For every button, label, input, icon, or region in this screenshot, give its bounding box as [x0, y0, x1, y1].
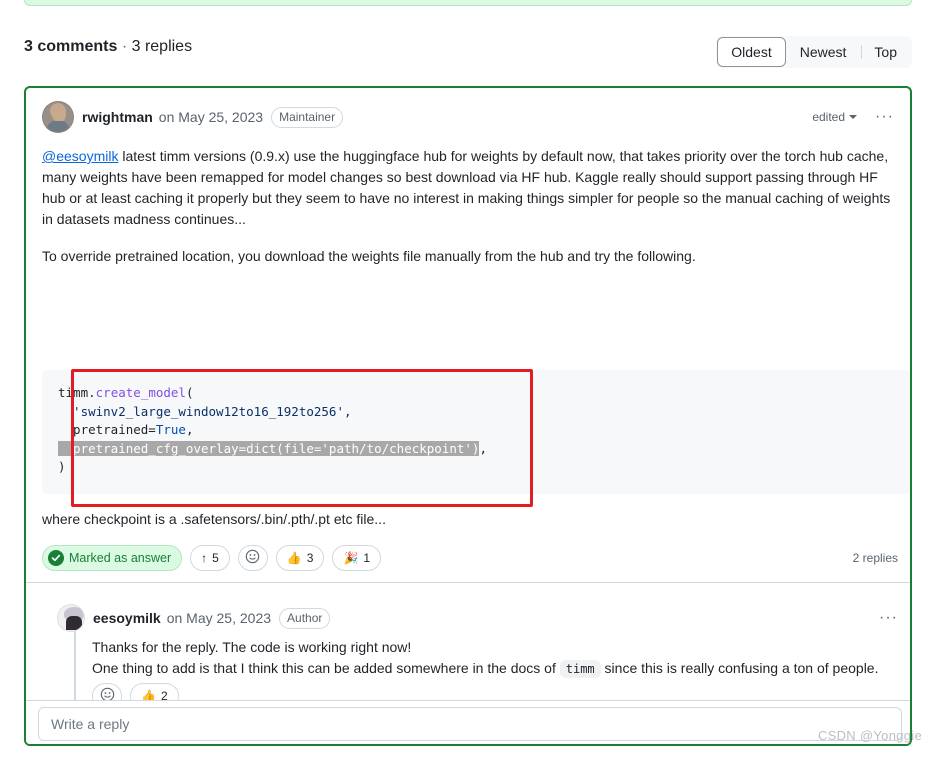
- comments-count-value: 3 comments: [24, 38, 118, 55]
- reaction-tada[interactable]: 🎉 1: [332, 545, 382, 571]
- comment-author[interactable]: rwightman: [82, 109, 153, 125]
- code-line-4-comma: ,: [479, 440, 487, 456]
- comment-header-actions: edited ···: [812, 109, 898, 125]
- reply-text-part-a: One thing to add is that I think this ca…: [92, 660, 560, 676]
- reply-header: eesoymilk on May 25, 2023 Author ···: [57, 601, 902, 635]
- tada-icon: 🎉: [343, 551, 359, 565]
- comment-timestamp: on May 25, 2023: [158, 109, 264, 125]
- marked-as-answer-label: Marked as answer: [69, 551, 172, 565]
- user-mention-link[interactable]: @eesoymilk: [42, 148, 118, 164]
- avatar[interactable]: [57, 604, 85, 632]
- edited-dropdown[interactable]: edited: [812, 110, 858, 124]
- thread-replies-count: 2 replies: [852, 551, 898, 565]
- reaction-upvote[interactable]: ↑ 5: [190, 545, 230, 571]
- code-line-1-function: create_model: [95, 385, 186, 400]
- comment-paragraph-3: where checkpoint is a .safetensors/.bin/…: [42, 511, 386, 527]
- chevron-down-icon: [849, 115, 858, 119]
- reply-header-actions: ···: [875, 610, 902, 626]
- code-line-3-value: True: [155, 422, 186, 437]
- comments-count-separator: ·: [117, 38, 132, 55]
- reply-text-line-1: Thanks for the reply. The code is workin…: [92, 639, 412, 655]
- add-reaction-button[interactable]: [237, 545, 268, 571]
- avatar[interactable]: [42, 101, 74, 133]
- reaction-thumbsup[interactable]: 👍 3: [275, 545, 325, 571]
- check-circle-icon: [48, 550, 64, 566]
- reply-timestamp: on May 25, 2023: [166, 610, 272, 626]
- comment-paragraph-1: @eesoymilk latest timm versions (0.9.x) …: [42, 146, 898, 230]
- sort-option-oldest[interactable]: Oldest: [717, 37, 786, 67]
- reaction-thumbsup-count: 3: [306, 551, 314, 565]
- role-badge-author: Author: [279, 607, 331, 629]
- thumbs-up-icon: 👍: [286, 551, 302, 565]
- sort-option-top[interactable]: Top: [860, 37, 911, 67]
- code-line-3-key: pretrained=: [58, 422, 156, 437]
- marked-as-answer-badge[interactable]: Marked as answer: [42, 545, 183, 571]
- reaction-upvote-count: 5: [212, 551, 219, 565]
- reply-text-line-2: One thing to add is that I think this ca…: [92, 658, 902, 680]
- role-badge-maintainer: Maintainer: [271, 106, 344, 128]
- comment-body: @eesoymilk latest timm versions (0.9.x) …: [42, 146, 898, 283]
- comments-header: 3 comments · 3 replies Oldest Newest Top: [24, 36, 912, 68]
- kebab-menu-icon[interactable]: ···: [871, 109, 898, 125]
- code-line-4-selected: pretrained_cfg_overlay=dict(file='path/t…: [58, 440, 480, 456]
- code-line-5-close: ): [58, 459, 66, 474]
- arrow-up-icon: ↑: [201, 551, 208, 565]
- write-reply-area: [26, 700, 910, 744]
- comments-count: 3 comments · 3 replies: [24, 38, 192, 56]
- code-line-2-model-name: 'swinv2_large_window12to16_192to256',: [58, 403, 352, 419]
- code-block[interactable]: timm.create_model( 'swinv2_large_window1…: [42, 370, 910, 494]
- reply-author[interactable]: eesoymilk: [93, 610, 161, 626]
- code-line-1-object: timm.: [58, 385, 96, 400]
- sort-option-newest[interactable]: Newest: [786, 37, 861, 67]
- reactions-row: Marked as answer ↑ 5 👍 3 🎉 1 2 replies: [42, 544, 898, 572]
- code-line-4-path: 'path/to/checkpoint': [321, 440, 472, 456]
- reaction-tada-count: 1: [363, 551, 371, 565]
- write-reply-input[interactable]: [38, 707, 902, 741]
- answered-banner-strip: [24, 0, 912, 6]
- comment-paragraph-1-text: latest timm versions (0.9.x) use the hug…: [42, 148, 891, 227]
- smiley-icon: [245, 549, 260, 567]
- reply-body: Thanks for the reply. The code is workin…: [92, 637, 902, 680]
- answered-comment-card: rwightman on May 25, 2023 Maintainer edi…: [24, 86, 912, 746]
- comment-header: rwightman on May 25, 2023 Maintainer edi…: [42, 101, 898, 133]
- code-line-4-key: pretrained_cfg_overlay=dict(file=: [58, 440, 322, 456]
- inline-code-timm: timm: [559, 660, 601, 678]
- kebab-menu-icon[interactable]: ···: [875, 610, 902, 626]
- replies-count-value: 3 replies: [131, 38, 193, 55]
- sort-selector[interactable]: Oldest Newest Top: [716, 36, 912, 68]
- code-line-3-comma: ,: [185, 422, 194, 437]
- comment-paragraph-2: To override pretrained location, you dow…: [42, 248, 696, 264]
- reply-text-part-b: since this is really confusing a ton of …: [600, 660, 879, 676]
- code-line-1-paren: (: [185, 385, 194, 400]
- edited-label: edited: [812, 110, 846, 124]
